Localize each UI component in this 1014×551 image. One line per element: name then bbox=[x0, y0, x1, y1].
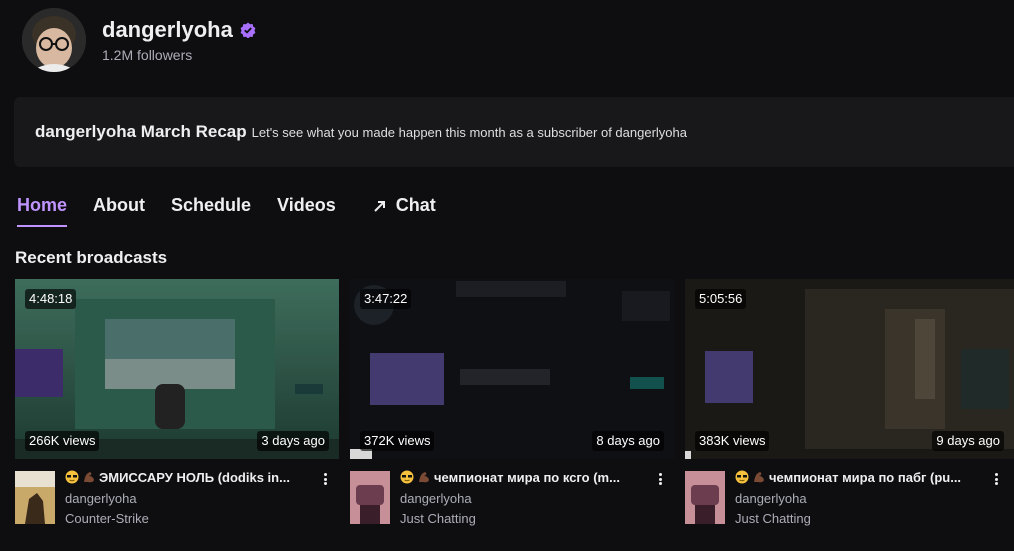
more-options-icon[interactable] bbox=[990, 471, 1002, 487]
follower-count: 1.2M followers bbox=[102, 47, 193, 63]
flexed-biceps-emoji-icon bbox=[84, 472, 94, 483]
sunglasses-emoji-icon bbox=[735, 470, 749, 484]
flexed-biceps-emoji-icon bbox=[754, 472, 764, 483]
video-game-link[interactable]: Counter-Strike bbox=[65, 511, 325, 527]
video-age: 9 days ago bbox=[932, 431, 1004, 451]
video-views: 266K views bbox=[25, 431, 100, 451]
recap-banner[interactable]: dangerlyoha March Recap Let's see what y… bbox=[14, 97, 1014, 167]
sunglasses-emoji-icon bbox=[400, 470, 414, 484]
video-title-text: чемпионат мира по ксго (m... bbox=[434, 470, 620, 485]
broadcast-card[interactable]: 4:48:18 266K views 3 days ago ЭМИССАРУ Н… bbox=[15, 279, 339, 526]
channel-avatar[interactable] bbox=[22, 8, 86, 72]
video-duration: 5:05:56 bbox=[695, 289, 747, 309]
video-thumbnail[interactable]: 3:47:22 372K views 8 days ago bbox=[350, 279, 674, 459]
video-views: 372K views bbox=[360, 431, 435, 451]
recap-text: Let's see what you made happen this mont… bbox=[251, 124, 687, 140]
video-thumbnail[interactable]: 4:48:18 266K views 3 days ago bbox=[15, 279, 339, 459]
video-channel-link[interactable]: dangerlyoha bbox=[400, 491, 660, 507]
channel-header: dangerlyoha 1.2M followers bbox=[22, 8, 256, 72]
video-duration: 4:48:18 bbox=[25, 289, 77, 309]
tab-schedule[interactable]: Schedule bbox=[171, 195, 251, 216]
video-thumbnail[interactable]: 5:05:56 383K views 9 days ago bbox=[685, 279, 1014, 459]
channel-name[interactable]: dangerlyoha bbox=[102, 17, 233, 43]
video-game-link[interactable]: Just Chatting bbox=[735, 511, 995, 527]
tab-chat-label: Chat bbox=[395, 195, 436, 215]
more-options-icon[interactable] bbox=[319, 471, 331, 487]
video-age: 8 days ago bbox=[592, 431, 664, 451]
section-title: Recent broadcasts bbox=[15, 248, 168, 267]
video-title[interactable]: чемпионат мира по пабг (pu... bbox=[735, 469, 995, 487]
tab-chat[interactable]: Chat bbox=[372, 195, 436, 216]
video-age: 3 days ago bbox=[257, 431, 329, 451]
broadcast-card[interactable]: 5:05:56 383K views 9 days ago чемпионат … bbox=[685, 279, 1014, 526]
video-game-link[interactable]: Just Chatting bbox=[400, 511, 660, 527]
channel-tabs: Home About Schedule Videos Chat bbox=[17, 195, 462, 227]
sunglasses-emoji-icon bbox=[65, 470, 79, 484]
flexed-biceps-emoji-icon bbox=[419, 472, 429, 483]
game-box-art[interactable] bbox=[350, 471, 390, 524]
video-views: 383K views bbox=[695, 431, 770, 451]
tab-home[interactable]: Home bbox=[17, 195, 68, 227]
video-duration: 3:47:22 bbox=[360, 289, 412, 309]
tab-about[interactable]: About bbox=[93, 195, 145, 216]
verified-badge-icon bbox=[240, 22, 256, 38]
broadcast-card[interactable]: 3:47:22 372K views 8 days ago чемпионат … bbox=[350, 279, 674, 526]
video-channel-link[interactable]: dangerlyoha bbox=[65, 491, 325, 507]
video-title-text: чемпионат мира по пабг (pu... bbox=[769, 470, 962, 485]
game-box-art[interactable] bbox=[685, 471, 725, 524]
video-title-text: ЭМИССАРУ НОЛЬ (dodiks in... bbox=[99, 470, 290, 485]
more-options-icon[interactable] bbox=[654, 471, 666, 487]
video-title[interactable]: чемпионат мира по ксго (m... bbox=[400, 469, 660, 487]
video-channel-link[interactable]: dangerlyoha bbox=[735, 491, 995, 507]
tab-videos[interactable]: Videos bbox=[277, 195, 336, 216]
video-title[interactable]: ЭМИССАРУ НОЛЬ (dodiks in... bbox=[65, 469, 325, 487]
recap-title: dangerlyoha March Recap bbox=[35, 122, 247, 141]
game-box-art[interactable] bbox=[15, 471, 55, 524]
external-arrow-icon bbox=[374, 200, 385, 212]
